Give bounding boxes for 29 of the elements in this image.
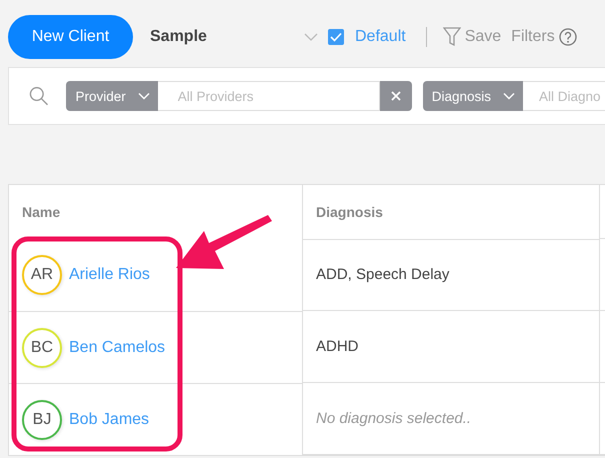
new-client-button[interactable]: New Client <box>8 15 133 59</box>
default-label[interactable]: Default <box>355 28 406 46</box>
filter-type-dropdown[interactable]: Diagnosis <box>422 81 523 111</box>
filter-input[interactable]: All Providers <box>158 81 380 111</box>
chevron-down-icon <box>138 92 150 100</box>
chevron-down-icon <box>503 92 515 100</box>
default-checkbox[interactable] <box>328 29 344 45</box>
column-header: Name <box>21 203 62 222</box>
avatar-circle: BJ <box>22 400 62 440</box>
funnel-icon[interactable] <box>442 27 461 47</box>
filters-label: Filters <box>511 28 555 46</box>
save-link[interactable]: Save <box>464 28 502 46</box>
search-icon[interactable] <box>29 86 48 106</box>
client-name-link[interactable]: Ben Camelos <box>69 338 166 356</box>
chevron-down-icon[interactable] <box>304 32 318 42</box>
avatar-circle: AR <box>22 255 62 295</box>
table-cell: ADD, Speech Delay <box>302 239 599 311</box>
column-header: Diagnosis <box>302 185 599 240</box>
table-cell: ADHD <box>302 311 599 383</box>
clear-button[interactable] <box>380 81 412 111</box>
view-name: Sample <box>150 28 208 46</box>
help-icon[interactable] <box>558 28 577 46</box>
filter-type-dropdown[interactable]: Provider <box>66 81 158 111</box>
filter-input[interactable]: All Diagno <box>523 81 605 111</box>
client-name-link[interactable]: Bob James <box>69 410 150 428</box>
table-cell: No diagnosis selected.. <box>302 383 599 455</box>
close-icon <box>390 91 401 101</box>
client-name-link[interactable]: Arielle Rios <box>69 266 150 284</box>
avatar-circle: BC <box>22 328 62 368</box>
